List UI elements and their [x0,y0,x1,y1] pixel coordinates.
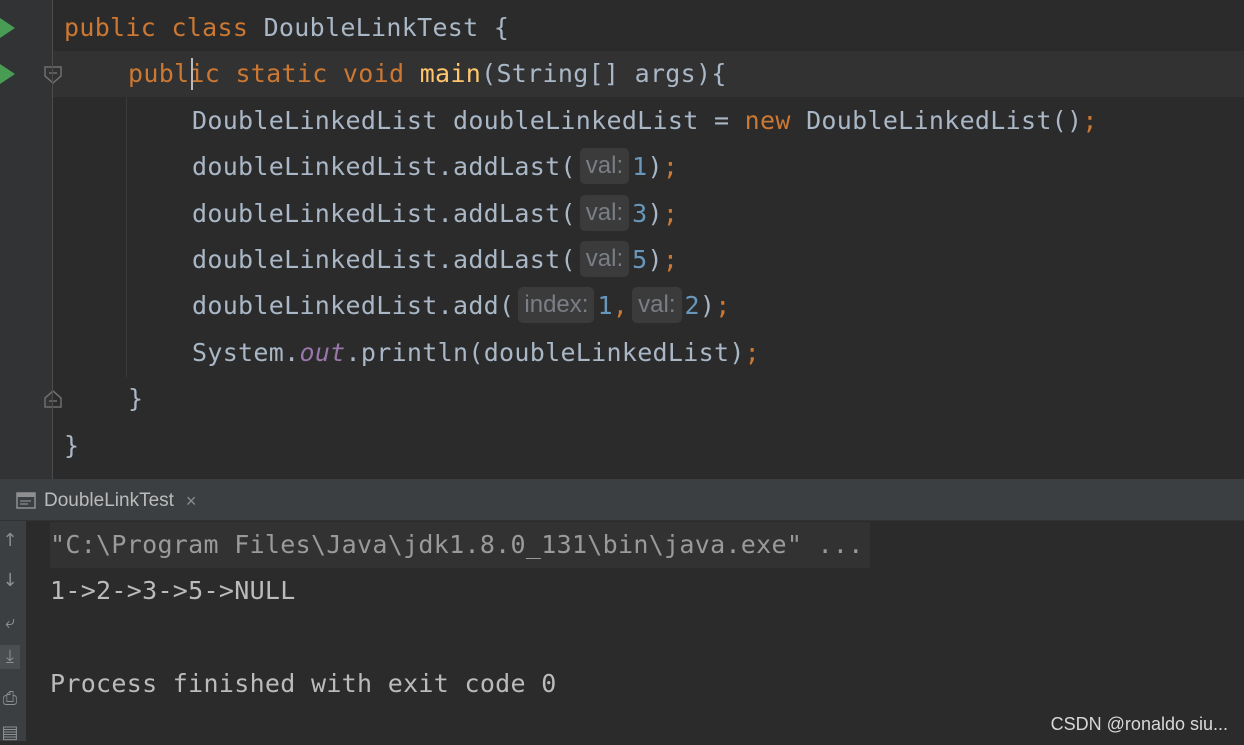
clear-all-icon[interactable]: ▤ [0,721,20,745]
indent-guide [126,97,127,377]
console-exit-message: Process finished with exit code 0 [50,669,557,698]
code-token: } [64,430,80,460]
number-token: 1 [597,291,613,321]
code-token: doubleLinkedList.add( [192,291,515,321]
parameter-hint: val: [632,287,682,324]
code-token: System. [192,337,300,367]
soft-wrap-icon[interactable]: ⤶ [0,611,20,635]
keyword-token: ; [662,245,679,274]
code-token: DoubleLinkedList doubleLinkedList = [192,105,745,135]
scroll-to-end-icon[interactable]: ⤓ [0,645,20,669]
keyword-token: ; [662,152,679,182]
code-line: } [64,423,79,469]
code-line: DoubleLinkedList doubleLinkedList = new … [192,98,1098,144]
code-token: doubleLinkedList.addLast( [192,245,576,274]
number-token: 3 [632,198,648,228]
keyword-token: ; [715,291,731,321]
code-token: ) [647,245,663,274]
run-class-icon[interactable] [0,18,15,38]
run-tab[interactable]: DoubleLinkTest × [0,482,210,520]
scroll-up-icon[interactable]: ↑ [0,529,20,553]
keyword-token: ; [1082,105,1098,135]
code-token: DoubleLinkedList() [806,105,1083,135]
print-icon[interactable]: ⎙ [0,687,20,711]
parameter-hint: val: [579,241,630,277]
code-token: ) [647,198,663,228]
static-field-token: out [299,337,346,367]
code-line: doubleLinkedList.add(index: 1, val: 2); [192,283,731,329]
run-main-icon[interactable] [0,64,15,84]
code-line: } [128,376,143,422]
parameter-hint: val: [579,194,630,231]
code-token: doubleLinkedList.addLast( [192,152,576,182]
code-token: DoubleLinkTest { [263,13,510,42]
parameter-hint: val: [579,148,630,185]
keyword-token: ; [744,337,761,367]
run-tool-window-header: DoubleLinkTest × [0,482,1244,521]
keyword-token: ; [662,198,679,228]
code-line: System.out.println(doubleLinkedList); [192,330,760,376]
code-token: (String[] args){ [481,59,727,89]
fold-close-icon[interactable] [44,390,62,408]
code-token: } [128,384,144,414]
run-tab-label: DoubleLinkTest [44,490,174,511]
number-token: 1 [632,152,648,182]
code-line: doubleLinkedList.addLast(val: 5); [192,237,678,283]
fold-open-icon[interactable] [44,66,62,84]
gutter-separator [52,0,53,479]
code-token: doubleLinkedList.addLast( [192,198,576,228]
console-program-output: 1->2->3->5->NULL [50,576,296,605]
code-token: ) [647,152,663,182]
code-line: public static void main(String[] args){ [128,51,727,97]
parameter-hint: index: [518,287,595,324]
watermark: CSDN @ronaldo siu... [1050,714,1228,734]
close-tab-icon[interactable]: × [186,491,197,512]
keyword-token: public class [64,13,264,42]
code-line: doubleLinkedList.addLast(val: 1); [192,144,678,190]
editor-gutter[interactable] [0,0,62,479]
code-line: public class DoubleLinkTest { [64,5,509,51]
method-token: main [419,59,482,89]
keyword-token: , [612,291,629,321]
code-line: doubleLinkedList.addLast(val: 3); [192,191,678,237]
code-token: .println(doubleLinkedList) [345,337,745,367]
keyword-token: public static void [128,59,420,89]
keyword-token: new [744,105,807,135]
console-toolbar: ↑ ↓ ⤶ ⤓ ⎙ ▤ [0,521,26,743]
code-editor[interactable]: public class DoubleLinkTest {public stat… [0,0,1244,479]
text-caret [191,58,193,90]
number-token: 5 [632,245,648,274]
number-token: 2 [684,291,700,321]
console-command-line: "C:\Program Files\Java\jdk1.8.0_131\bin\… [50,522,870,568]
code-token: ) [699,291,716,321]
console-icon [16,492,36,509]
scroll-down-icon[interactable]: ↓ [0,569,20,593]
